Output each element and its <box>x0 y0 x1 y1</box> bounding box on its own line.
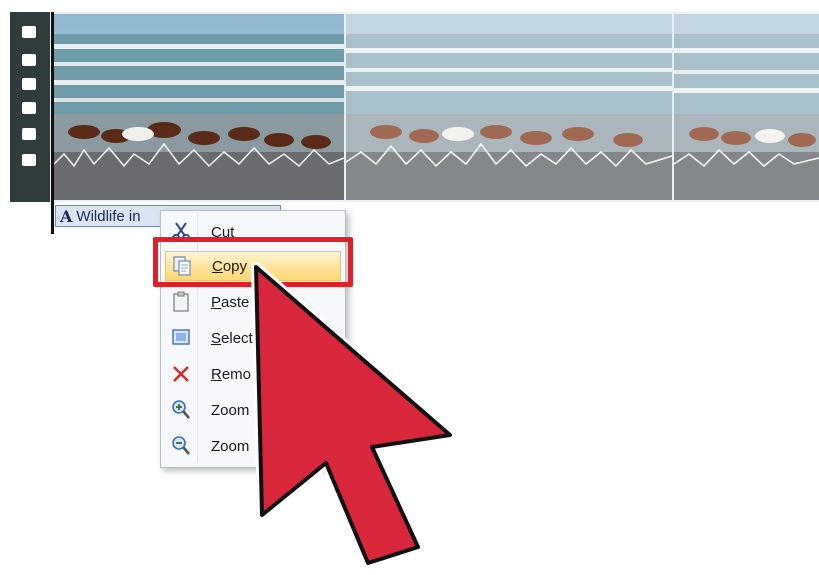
sprocket-hole <box>22 78 36 90</box>
video-frame-thumbnail[interactable] <box>674 14 819 200</box>
paste-icon <box>167 290 195 314</box>
select-icon <box>167 326 195 350</box>
sprocket-hole <box>22 154 36 166</box>
sprocket-hole <box>22 54 36 66</box>
video-timeline-strip[interactable] <box>10 12 819 202</box>
film-strip-icon <box>10 12 50 202</box>
playhead-marker[interactable] <box>51 12 54 234</box>
remove-x-icon <box>167 362 195 386</box>
sprocket-hole <box>22 102 36 114</box>
video-frame-thumbnail[interactable] <box>346 14 672 200</box>
caption-text: Wildlife in <box>76 207 141 225</box>
sprocket-hole <box>22 26 36 38</box>
video-frame-thumbnail[interactable] <box>54 14 344 200</box>
sprocket-hole <box>22 128 36 140</box>
text-caption-icon: A <box>60 206 73 226</box>
pointer-arrow-icon <box>240 255 470 575</box>
zoom-out-icon <box>167 434 195 458</box>
zoom-in-icon <box>167 398 195 422</box>
